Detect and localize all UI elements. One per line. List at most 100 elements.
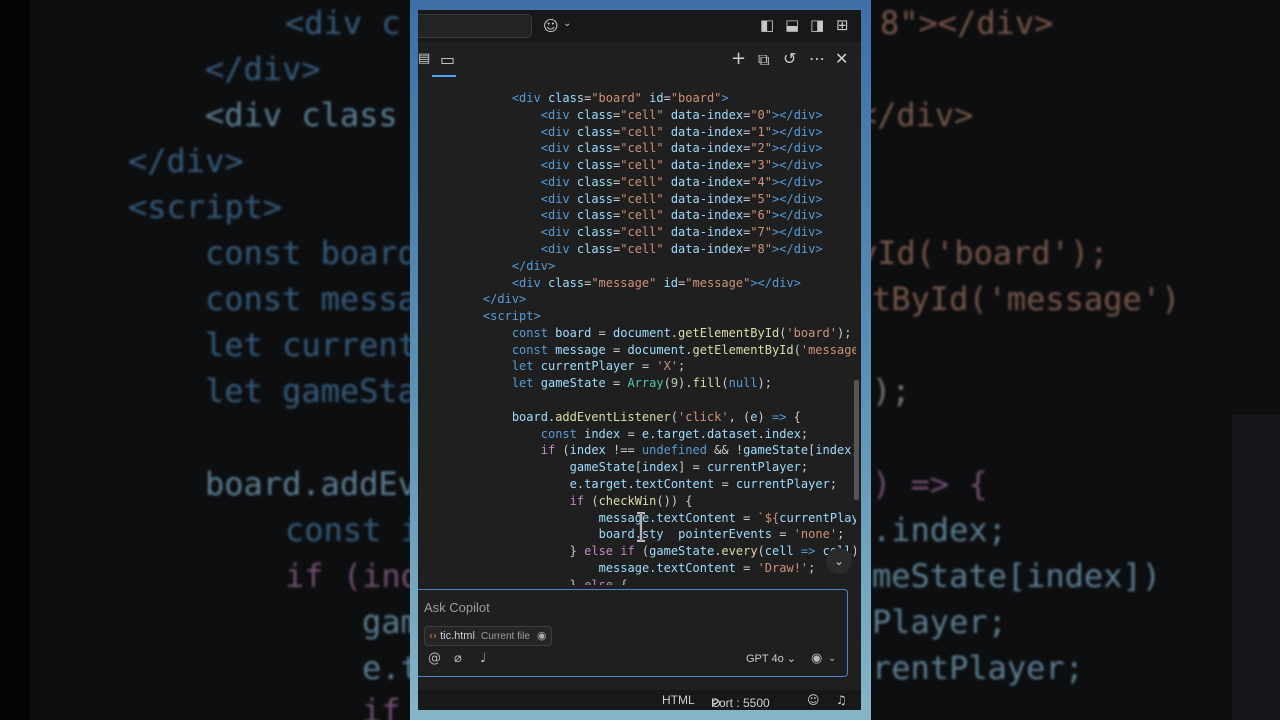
chat-input-placeholder[interactable]: Ask Copilot <box>424 600 490 615</box>
code-token: { <box>613 577 628 585</box>
chat-input-box[interactable]: Ask Copilot ‹› tic.html Current file ◉ @… <box>418 589 848 677</box>
background-code-line: const i <box>285 511 420 549</box>
more-actions-icon[interactable]: ⋯ <box>809 49 825 68</box>
send-icon[interactable]: ◉ <box>811 651 822 666</box>
code-token: class <box>569 107 614 122</box>
toggle-primary-sidebar-icon[interactable]: ◧ <box>760 16 774 34</box>
model-picker[interactable]: GPT 4o ⌄ <box>746 652 796 665</box>
code-token: ; <box>808 560 816 575</box>
code-token: = <box>620 426 642 441</box>
language-mode[interactable]: HTML <box>662 693 695 707</box>
toggle-panel-icon[interactable]: ⬓ <box>785 16 799 34</box>
eye-icon[interactable]: ◉ <box>537 629 547 642</box>
code-token: "message" <box>591 275 657 290</box>
code-token: cell <box>764 544 794 559</box>
code-line: <div class="cell" data-index="3"></div> <box>541 157 823 174</box>
code-token: else if <box>584 544 635 559</box>
code-token: data-index <box>663 141 744 156</box>
code-line: <script> <box>483 308 541 325</box>
code-token: <div <box>540 158 570 173</box>
attach-icon[interactable]: ⌀ <box>454 651 462 666</box>
editor-window: ☺ ⌄ ◧ ⬓ ◨ ⊞ ▤ ▭ + ⧉ ↺ ⋯ ✕ <div class = "bo… <box>418 10 861 710</box>
code-line: const message = document.getElementById(… <box>512 342 856 359</box>
code-token: document <box>613 325 671 340</box>
code-token: else <box>584 577 614 585</box>
toggle-secondary-sidebar-icon[interactable]: ◨ <box>810 16 824 34</box>
current-file-chip[interactable]: ‹› tic.html Current file ◉ <box>424 626 552 646</box>
open-in-editor-icon[interactable]: ⧉ <box>758 50 769 70</box>
code-token: ( <box>757 544 765 559</box>
code-block[interactable]: <div class="board" id="board"> <div class… <box>418 80 856 585</box>
code-token: board <box>511 409 548 424</box>
code-token: = <box>772 527 794 542</box>
code-token: data-index <box>663 191 744 206</box>
code-token: = <box>735 560 758 575</box>
code-token: <div <box>540 225 570 240</box>
code-token: "6" <box>750 208 773 223</box>
code-token: "5" <box>750 191 773 206</box>
code-token: "2" <box>750 141 773 156</box>
code-token: ( <box>793 342 801 357</box>
code-token: . <box>670 325 679 340</box>
code-token: "1" <box>750 124 773 139</box>
code-token: ( <box>721 376 729 391</box>
code-token: "4" <box>750 174 773 189</box>
copilot-icon[interactable]: ☺ <box>543 17 559 35</box>
chevron-down-icon[interactable]: ⌄ <box>563 18 571 29</box>
code-token: } <box>569 544 585 559</box>
notifications-icon[interactable]: ♫ <box>836 693 847 707</box>
microphone-icon[interactable]: ♩ <box>480 651 486 666</box>
background-code-line: <script> <box>128 188 283 226</box>
code-token: index <box>815 443 852 458</box>
chevron-down-icon[interactable]: ⌄ <box>828 653 836 664</box>
code-token: "3" <box>750 158 773 173</box>
chat-tab-icon[interactable]: ▭ <box>440 50 455 69</box>
scrollbar-thumb[interactable] <box>854 380 859 500</box>
close-icon[interactable]: ✕ <box>835 49 848 68</box>
copilot-status-icon[interactable]: ☺ <box>807 693 820 707</box>
code-token: const <box>511 342 548 357</box>
code-line: </div> <box>483 291 526 308</box>
command-center-search[interactable] <box>418 14 532 38</box>
history-icon[interactable]: ↺ <box>783 49 796 68</box>
code-token: getElementById <box>678 325 780 340</box>
background-code-line: .index; <box>872 511 1007 549</box>
background-code-line: meState[index]) <box>872 557 1161 595</box>
code-token: = <box>605 342 628 357</box>
code-token: undefined <box>641 443 707 458</box>
code-token: = <box>605 376 628 391</box>
code-token: ; <box>800 460 809 475</box>
code-token: "board" <box>591 91 642 105</box>
code-token: currentPlayer <box>735 476 830 491</box>
code-token: = <box>634 359 657 374</box>
mention-icon[interactable]: @ <box>428 651 441 666</box>
code-token: 'board' <box>786 325 837 340</box>
code-token: ></div> <box>772 225 823 240</box>
scroll-to-bottom-button[interactable]: ⌄ <box>826 548 852 574</box>
code-token: const <box>540 426 577 441</box>
customize-layout-icon[interactable]: ⊞ <box>836 16 849 34</box>
edits-tab-icon[interactable]: ▤ <box>418 51 430 66</box>
code-token: => <box>800 544 816 559</box>
code-token: document <box>627 342 686 357</box>
code-line: <div class="cell" data-index="1"></div> <box>541 124 823 141</box>
code-token: = <box>735 510 758 525</box>
code-line: if (index !== undefined && !gameState[in… <box>541 442 856 459</box>
code-token: class <box>569 124 614 139</box>
code-token: <div <box>540 124 570 139</box>
code-line: <div class="message" id="message"></div> <box>512 275 801 292</box>
code-token: "cell" <box>620 158 664 173</box>
code-token: "0" <box>750 107 773 122</box>
code-token: Array <box>627 376 664 391</box>
code-token: ></div> <box>750 275 801 290</box>
new-chat-icon[interactable]: + <box>731 48 746 69</box>
code-token: class <box>569 141 614 156</box>
background-code-line: 8"></div> <box>880 4 1054 42</box>
code-line: if (checkWin()) { <box>570 493 693 510</box>
code-token: textContent <box>634 476 715 491</box>
code-token: data-index <box>663 208 744 223</box>
background-code-line: Player; <box>872 603 1007 641</box>
background-code-line: let current <box>205 326 417 364</box>
code-token: <script> <box>482 309 541 324</box>
code-token: ></div> <box>772 141 823 156</box>
